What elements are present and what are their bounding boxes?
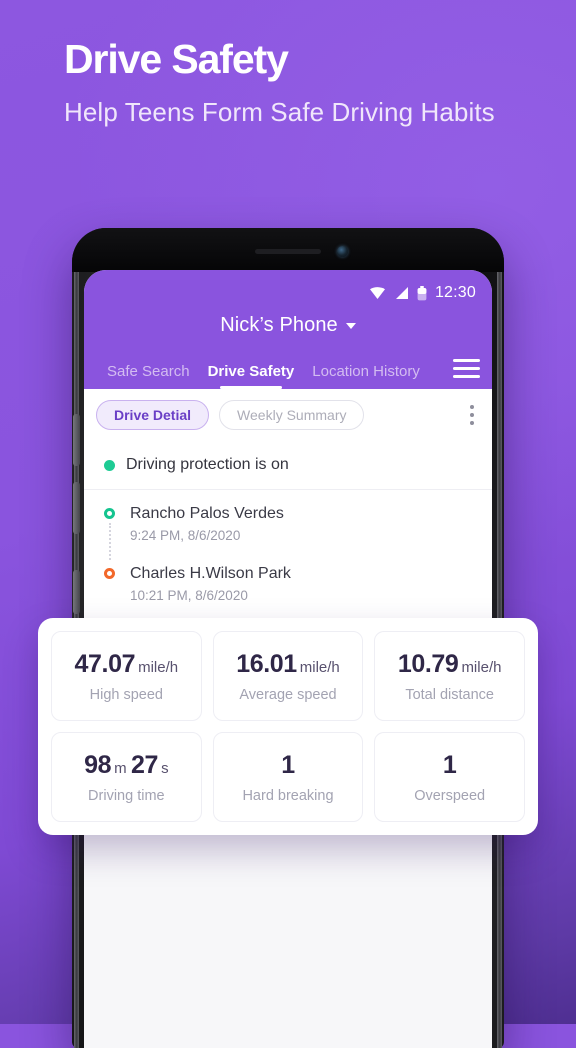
stat-value-group: 1 [222,751,355,780]
stat-label: Total distance [405,687,494,703]
hamburger-bar [453,367,480,370]
tab-bar: Safe Search Drive Safety Location Histor… [84,349,492,389]
stat-driving-time: 98 m 27 s Driving time [51,732,202,822]
page-subtitle: Help Teens Form Safe Driving Habits [64,97,495,128]
start-marker-icon [104,508,115,519]
hamburger-menu-icon[interactable] [453,359,480,378]
driving-protection-status: Driving protection is on [84,441,492,490]
chip-drive-detail[interactable]: Drive Detial [96,400,210,430]
driving-stats-card: 47.07 mile/h High speed 16.01 mile/h Avera… [38,618,538,835]
trip-location-name: Charles H.Wilson Park [130,565,291,582]
tab-drive-safety[interactable]: Drive Safety [199,363,304,389]
stat-value-group: 10.79 mile/h [383,650,516,679]
stat-label: Overspeed [414,788,486,804]
status-bar: 12:30 [84,280,492,306]
stat-value-group: 98 m 27 s [60,751,193,780]
list-item[interactable]: Rancho Palos Verdes 9:24 PM, 8/6/2020 [104,504,472,543]
stat-unit: mile/h [138,659,179,676]
kebab-menu-icon[interactable] [466,401,478,429]
wifi-icon [369,287,385,299]
status-badge: Driving protection is on [126,456,289,473]
trip-location-name: Rancho Palos Verdes [130,505,284,522]
stat-average-speed: 16.01 mile/h Average speed [212,631,364,721]
filter-chips-row: Drive Detial Weekly Summary [84,389,492,441]
page-title: Drive Safety [64,36,289,82]
kebab-dot [470,413,474,417]
front-camera-icon [337,246,348,257]
stat-high-speed: 47.07 mile/h High speed [51,631,202,721]
stat-unit: mile/h [299,659,340,676]
kebab-dot [470,405,474,409]
trip-timeline: Rancho Palos Verdes 9:24 PM, 8/6/2020 Ch… [84,490,492,629]
list-item[interactable]: Charles H.Wilson Park 10:21 PM, 8/6/2020 [104,564,472,603]
chevron-down-icon [345,322,356,329]
volume-down-button[interactable] [73,482,80,534]
cellular-signal-icon [395,287,408,299]
earpiece-speaker [255,249,321,254]
stat-value-seconds: 27 [131,751,159,779]
hero-headline-block: Drive Safety Help Teens Form Safe Drivin… [64,36,534,129]
device-selector[interactable]: Nick’s Phone [84,306,492,349]
stat-label: Average speed [239,687,337,703]
tab-safe-search[interactable]: Safe Search [98,363,199,389]
status-indicator-dot [104,459,115,471]
trip-timestamp: 9:24 PM, 8/6/2020 [130,528,241,543]
hamburger-bar [453,375,480,378]
stat-total-distance: 10.79 mile/h Total distance [374,631,525,721]
stat-value-group: 1 [383,751,516,780]
tab-location-history[interactable]: Location History [303,363,421,389]
app-header: 12:30 Nick’s Phone Safe Search Drive Saf… [84,270,492,389]
volume-up-button[interactable] [73,414,80,466]
battery-icon [417,285,427,300]
stat-label: Driving time [88,788,165,804]
stat-value: 1 [281,751,295,779]
stat-value: 10.79 [397,650,459,678]
stat-unit-minutes: m [114,760,127,777]
kebab-dot [470,421,474,425]
stat-unit: mile/h [461,659,502,676]
stat-unit-seconds: s [161,760,169,777]
stat-value: 16.01 [236,650,297,678]
status-bar-clock: 12:30 [434,284,476,301]
hamburger-bar [453,359,480,362]
device-name-label: Nick’s Phone [220,314,338,336]
stat-value-group: 16.01 mile/h [222,650,355,679]
stat-value: 47.07 [74,650,136,678]
stat-overspeed: 1 Overspeed [374,732,525,822]
trip-timestamp: 10:21 PM, 8/6/2020 [130,588,248,603]
stat-value: 1 [442,751,457,779]
power-button[interactable] [73,570,80,614]
stat-label: Hard breaking [242,788,334,804]
chip-weekly-summary[interactable]: Weekly Summary [219,400,365,430]
stat-label: High speed [89,687,163,703]
stat-value-minutes: 98 [84,751,112,779]
end-marker-icon [104,568,115,579]
stat-hard-breaking: 1 Hard breaking [212,732,364,822]
stat-value-group: 47.07 mile/h [60,650,193,679]
phone-top-bezel [72,228,504,272]
